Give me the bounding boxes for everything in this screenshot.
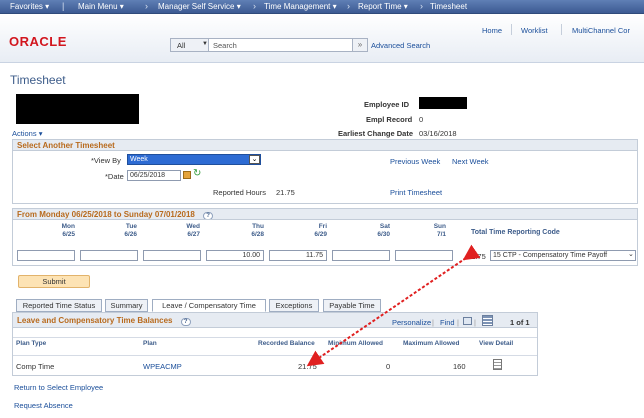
multichannel-link[interactable]: MultiChannel Cor: [572, 26, 630, 35]
help-icon[interactable]: ?: [203, 212, 214, 219]
date-label: *Date: [105, 172, 124, 181]
return-to-select-employee-link[interactable]: Return to Select Employee: [14, 383, 103, 392]
chevron-down-icon[interactable]: ⌄: [249, 155, 260, 164]
print-timesheet-link[interactable]: Print Timesheet: [390, 188, 442, 197]
divider: |: [457, 318, 459, 327]
day-header-tue: Tue 6/26: [124, 223, 137, 238]
redacted-employee-id: [419, 97, 467, 109]
employee-id-label: Employee ID: [364, 100, 410, 109]
select-timesheet-header: Select Another Timesheet: [13, 140, 637, 151]
day-header-thu: Thu 6/28: [251, 223, 264, 238]
date-input[interactable]: 06/25/2018: [127, 170, 181, 181]
col-plan-type: Plan Type: [16, 340, 47, 347]
hours-input-sun[interactable]: [395, 250, 453, 261]
nav-main-menu[interactable]: Main Menu ▾: [78, 2, 124, 11]
view-by-select[interactable]: Week: [127, 154, 261, 165]
download-grid-icon[interactable]: [482, 315, 493, 326]
hours-input-mon[interactable]: [17, 250, 75, 261]
search-input[interactable]: Search: [213, 41, 237, 50]
page: Favorites ▾ | Main Menu ▾ › Manager Self…: [0, 0, 644, 418]
hours-input-wed[interactable]: [143, 250, 201, 261]
divider: [13, 337, 537, 338]
personalize-link[interactable]: Personalize: [392, 318, 431, 327]
tab-exceptions[interactable]: Exceptions: [269, 299, 319, 312]
day-header-fri: Fri 6/29: [314, 223, 327, 238]
nav-timesheet[interactable]: Timesheet: [430, 2, 467, 11]
hours-input-tue[interactable]: [80, 250, 138, 261]
col-maximum-allowed: Maximum Allowed: [403, 340, 460, 347]
actions-menu[interactable]: Actions ▾: [12, 129, 42, 138]
hours-input-thu[interactable]: 10.00: [206, 250, 264, 261]
divider: [561, 24, 562, 35]
submit-button[interactable]: Submit: [18, 275, 90, 288]
tab-reported-time-status[interactable]: Reported Time Status: [16, 299, 102, 312]
time-reporting-code-select[interactable]: 15 CTP - Compensatory Time Payoff: [490, 250, 636, 261]
row-minimum-allowed: 0: [386, 362, 391, 371]
row-recorded-balance: 21.75: [298, 362, 317, 371]
earliest-change-value: 03/16/2018: [419, 129, 457, 138]
col-minimum-allowed: Minimum Allowed: [328, 340, 384, 347]
empl-record-value: 0: [419, 115, 424, 124]
col-view-detail: View Detail: [479, 340, 514, 347]
hours-input-sat[interactable]: [332, 250, 390, 261]
total-hours-value: 21.75: [467, 252, 486, 261]
divider: [511, 24, 512, 35]
view-by-label: *View By: [91, 156, 121, 165]
view-all-icon[interactable]: [463, 317, 472, 325]
divider: |: [474, 318, 476, 327]
day-header-wed: Wed 6/27: [186, 223, 200, 238]
previous-week-link[interactable]: Previous Week: [390, 157, 440, 166]
top-nav-bar: Favorites ▾ | Main Menu ▾ › Manager Self…: [0, 0, 644, 14]
reported-hours-value: 21.75: [276, 188, 295, 197]
reported-hours-label: Reported Hours: [213, 188, 266, 197]
col-recorded-balance: Recorded Balance: [258, 340, 315, 347]
chevron-right-icon: ›: [347, 1, 350, 11]
advanced-search-link[interactable]: Advanced Search: [371, 41, 430, 50]
total-trc-header: Total Time Reporting Code: [471, 229, 560, 236]
divider: [13, 355, 537, 356]
empl-record-label: Empl Record: [366, 115, 413, 124]
tab-summary[interactable]: Summary: [105, 299, 148, 312]
oracle-logo: ORACLE: [9, 34, 67, 49]
request-absence-link[interactable]: Request Absence: [14, 401, 73, 410]
tab-leave-comp-time[interactable]: Leave / Compensatory Time: [152, 299, 266, 312]
refresh-icon[interactable]: ↻: [193, 168, 201, 179]
row-plan-link[interactable]: WPEACMP: [143, 362, 182, 371]
chevron-right-icon: ›: [145, 1, 148, 11]
search-box: All ▼ Search: [170, 38, 366, 52]
day-header-sun: Sun 7/1: [433, 223, 446, 238]
tab-payable-time[interactable]: Payable Time: [323, 299, 381, 312]
chevron-right-icon: ›: [253, 1, 256, 11]
find-link[interactable]: Find: [440, 318, 455, 327]
col-plan: Plan: [143, 340, 157, 347]
search-go-button[interactable]: »: [352, 38, 368, 52]
page-title: Timesheet: [10, 73, 66, 87]
week-grid-header: From Monday 06/25/2018 to Sunday 07/01/2…: [13, 209, 637, 220]
row-maximum-allowed: 160: [453, 362, 466, 371]
calendar-icon[interactable]: [183, 171, 191, 179]
divider: |: [432, 318, 434, 327]
home-link[interactable]: Home: [482, 26, 502, 35]
chevron-right-icon: ›: [420, 1, 423, 11]
hours-input-fri[interactable]: 11.75: [269, 250, 327, 261]
worklist-link[interactable]: Worklist: [521, 26, 548, 35]
chevron-down-icon: ⌄: [628, 251, 634, 258]
day-header-mon: Mon 6/25: [61, 223, 75, 238]
nav-time-management[interactable]: Time Management ▾: [264, 2, 337, 11]
nav-report-time[interactable]: Report Time ▾: [358, 2, 408, 11]
earliest-change-label: Earliest Change Date: [338, 129, 414, 138]
row-plan-type: Comp Time: [16, 362, 55, 371]
view-detail-icon[interactable]: [493, 359, 502, 370]
pager-text: 1 of 1: [510, 318, 530, 327]
day-header-sat: Sat 6/30: [377, 223, 390, 238]
nav-manager-self-service[interactable]: Manager Self Service ▾: [158, 2, 241, 11]
chevron-down-icon: ▼: [202, 41, 208, 47]
next-week-link[interactable]: Next Week: [452, 157, 489, 166]
nav-favorites[interactable]: Favorites ▾: [10, 2, 49, 11]
redacted-employee-name: [16, 94, 139, 124]
help-icon[interactable]: ?: [180, 318, 191, 326]
nav-separator: |: [62, 1, 65, 11]
